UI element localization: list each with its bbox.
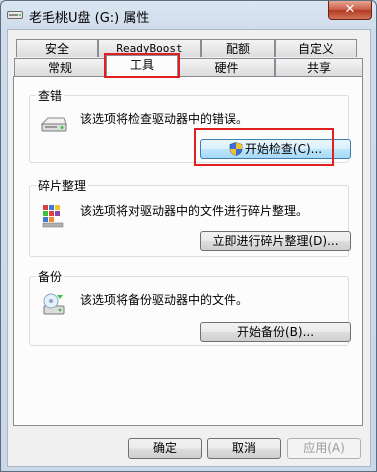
properties-window: 老毛桃U盘 (G:) 属性 ✕ 安全 ReadyBoost 配额 自定义 常规 … bbox=[0, 0, 377, 472]
title-bar[interactable]: 老毛桃U盘 (G:) 属性 ✕ bbox=[1, 1, 376, 29]
apply-button[interactable]: 应用(A) bbox=[287, 438, 361, 459]
cancel-button[interactable]: 取消 bbox=[207, 438, 281, 459]
tab-quota[interactable]: 配额 bbox=[201, 39, 275, 57]
highlight-box-tools-tab bbox=[104, 53, 180, 78]
close-button[interactable]: ✕ bbox=[328, 1, 372, 20]
tab-customize[interactable]: 自定义 bbox=[275, 39, 357, 57]
backup-icon bbox=[43, 293, 65, 315]
tab-general[interactable]: 常规 bbox=[14, 58, 106, 76]
backup-title: 备份 bbox=[36, 268, 65, 285]
ok-button[interactable]: 确定 bbox=[128, 438, 202, 459]
defrag-group: 碎片整理 该选项将对驱动器中的文件进行碎片整理。 立即进行碎片整理(D)... bbox=[29, 177, 351, 257]
defrag-description: 该选项将对驱动器中的文件进行碎片整理。 bbox=[80, 204, 309, 218]
tab-sharing[interactable]: 共享 bbox=[275, 58, 363, 76]
tab-security[interactable]: 安全 bbox=[16, 39, 98, 57]
drive-check-icon bbox=[40, 117, 67, 132]
defrag-now-button[interactable]: 立即进行碎片整理(D)... bbox=[200, 231, 351, 251]
backup-group: 备份 该选项将备份驱动器中的文件。 开始备份(B)... bbox=[29, 268, 351, 346]
error-check-title: 查错 bbox=[36, 87, 65, 104]
usb-drive-icon bbox=[7, 11, 23, 19]
start-backup-button[interactable]: 开始备份(B)... bbox=[200, 322, 351, 342]
error-check-description: 该选项将检查驱动器中的错误。 bbox=[80, 112, 249, 126]
tab-hardware[interactable]: 硬件 bbox=[178, 58, 275, 76]
backup-description: 该选项将备份驱动器中的文件。 bbox=[80, 293, 249, 307]
highlight-box-start-check bbox=[194, 128, 334, 166]
window-title: 老毛桃U盘 (G:) 属性 bbox=[29, 11, 150, 26]
defrag-title: 碎片整理 bbox=[36, 177, 89, 194]
defrag-icon bbox=[42, 205, 64, 228]
